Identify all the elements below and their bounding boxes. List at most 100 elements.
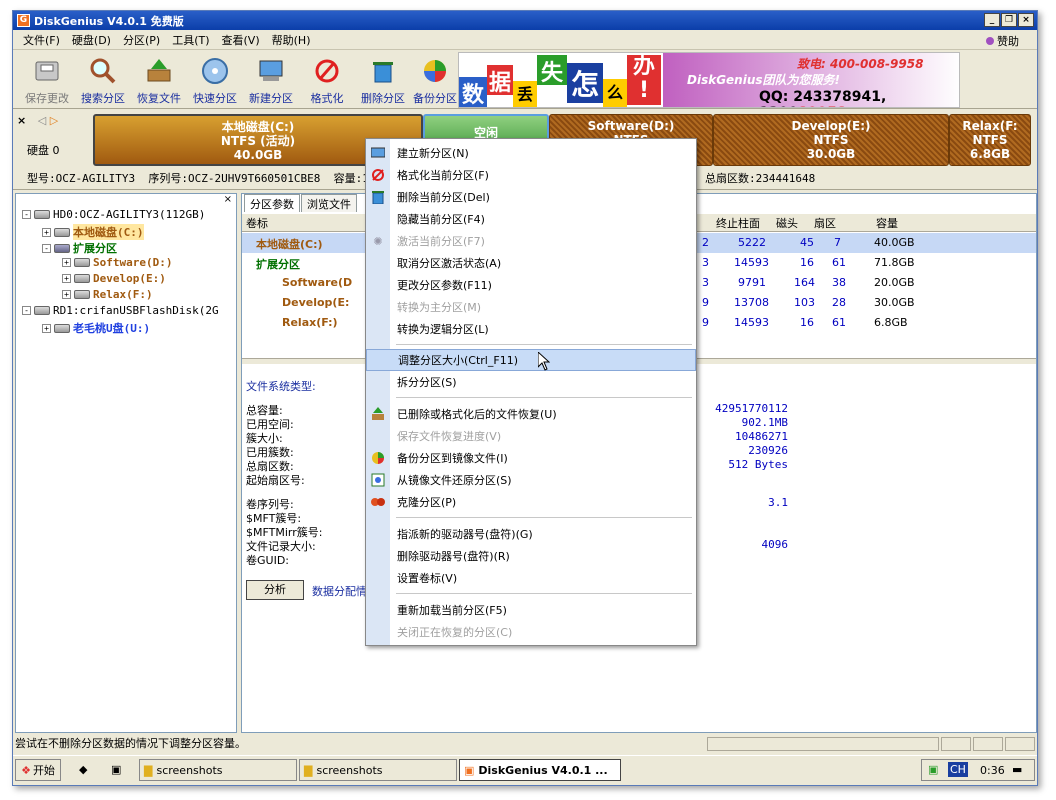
partition-icon — [74, 290, 90, 299]
quicklaunch-eraser-icon[interactable]: ◆ — [79, 763, 87, 776]
segment-develop-e[interactable]: Develop(E:) NTFS 30.0GB — [713, 114, 949, 166]
language-indicator[interactable]: CH — [948, 762, 968, 777]
monitor-icon — [259, 60, 283, 81]
close-icon[interactable]: × — [224, 194, 232, 205]
save-icon — [35, 61, 59, 81]
menu-reload-partition[interactable]: 重新加载当前分区(F5) — [366, 599, 696, 621]
delete-partition-label: 删除分区 — [361, 92, 405, 105]
pie-icon — [424, 60, 446, 82]
menu-view[interactable]: 查看(V) — [216, 32, 266, 48]
tree-item-rd1[interactable]: - RD1:crifanUSBFlashDisk(2G — [22, 304, 219, 317]
menu-restore-from-image[interactable]: 从镜像文件还原分区(S) — [366, 469, 696, 491]
desktop-icon[interactable]: ▬ — [1012, 763, 1022, 776]
menu-tools[interactable]: 工具(T) — [166, 32, 215, 48]
col-sector-header[interactable]: 扇区 — [814, 215, 836, 231]
tree-item-hd0[interactable]: - HD0:OCZ-AGILITY3(112GB) — [22, 208, 205, 221]
start-button[interactable]: ❖ 开始 — [15, 759, 61, 781]
minimize-button[interactable]: _ — [984, 13, 1000, 27]
delete-partition-button[interactable]: 删除分区 — [355, 53, 411, 107]
folder-icon: ▇ — [144, 763, 153, 777]
menu-format-partition[interactable]: 格式化当前分区(F) — [366, 164, 696, 186]
menu-separator — [396, 397, 692, 398]
tree-item-relax-f[interactable]: + Relax(F:) — [62, 288, 153, 301]
task-diskgenius[interactable]: ▣ DiskGenius V4.0.1 ... — [459, 759, 621, 781]
menu-save-recovery-progress[interactable]: 保存文件恢复进度(V) — [366, 425, 696, 447]
menu-set-volume-label[interactable]: 设置卷标(V) — [366, 567, 696, 589]
quick-partition-button[interactable]: 快速分区 — [187, 53, 243, 107]
status-cell — [1005, 737, 1035, 751]
tree-item-local-disk-c[interactable]: + 本地磁盘(C:) — [42, 224, 144, 240]
close-button[interactable]: × — [1018, 13, 1034, 27]
menu-deactivate-partition[interactable]: 取消分区激活状态(A) — [366, 252, 696, 274]
restore-button[interactable]: ❐ — [1001, 13, 1017, 27]
menu-new-partition[interactable]: 建立新分区(N) — [366, 142, 696, 164]
menu-disk[interactable]: 硬盘(D) — [66, 32, 117, 48]
col-end-cyl-header[interactable]: 终止柱面 — [716, 215, 760, 231]
mouse-cursor-icon — [538, 352, 550, 371]
collapse-icon[interactable]: × — [17, 114, 26, 127]
partition-context-menu: 建立新分区(N) 格式化当前分区(F) 删除当前分区(Del) 隐藏当前分区(F… — [365, 138, 697, 646]
monitor-tray-icon[interactable]: ▣ — [928, 763, 938, 776]
new-partition-label: 新建分区 — [249, 92, 293, 105]
menu-change-params[interactable]: 更改分区参数(F11) — [366, 274, 696, 296]
tree-item-usb-u[interactable]: + 老毛桃U盘(U:) — [42, 320, 150, 336]
tab-browse-files[interactable]: 浏览文件 — [301, 194, 357, 212]
tab-strip: 分区参数 浏览文件 — [244, 194, 358, 212]
magnifier-icon — [90, 58, 116, 84]
menu-resize-partition[interactable]: 调整分区大小(Ctrl_F11) — [366, 349, 696, 371]
segment-relax-f[interactable]: Relax(F: NTFS 6.8GB — [949, 114, 1031, 166]
menu-help[interactable]: 帮助(H) — [266, 32, 317, 48]
prev-disk-icon[interactable]: ◁ — [38, 114, 46, 127]
sponsor-icon — [986, 37, 994, 45]
backup-partition-button[interactable]: 备份分区 — [407, 53, 463, 107]
menu-delete-partition[interactable]: 删除当前分区(Del) — [366, 186, 696, 208]
sponsor-label: 赞助 — [997, 35, 1019, 48]
search-partition-label: 搜索分区 — [81, 92, 125, 105]
tree-item-extended[interactable]: - 扩展分区 — [42, 240, 117, 256]
menu-split-partition[interactable]: 拆分分区(S) — [366, 371, 696, 393]
ad-banner[interactable]: 数 据 丢 失 怎 么 办! DiskGenius团队为您服务! 致电: 400… — [458, 52, 960, 108]
menu-convert-primary[interactable]: 转换为主分区(M) — [366, 296, 696, 318]
next-disk-icon[interactable]: ▷ — [50, 114, 58, 127]
analyze-button[interactable]: 分析 — [246, 580, 304, 600]
search-partition-button[interactable]: 搜索分区 — [75, 53, 131, 107]
menu-activate-partition[interactable]: ✺ 激活当前分区(F7) — [366, 230, 696, 252]
start-label: 开始 — [32, 764, 55, 777]
menu-convert-logical[interactable]: 转换为逻辑分区(L) — [366, 318, 696, 340]
menu-clone-partition[interactable]: 克隆分区(P) — [366, 491, 696, 513]
toolbar: 保存更改 搜索分区 恢复文件 快速分区 新建分区 格式化 删除分区 备份分区 数… — [13, 51, 1037, 109]
format-button[interactable]: 格式化 — [299, 53, 355, 107]
tab-partition-params[interactable]: 分区参数 — [244, 194, 300, 212]
col-capacity-header[interactable]: 容量 — [876, 215, 898, 231]
disk-tree-pane: × - HD0:OCZ-AGILITY3(112GB) + 本地磁盘(C:) - 扩展… — [15, 193, 237, 733]
banner-tile-1: 数 — [459, 77, 487, 107]
save-changes-button[interactable]: 保存更改 — [19, 53, 75, 107]
tree-item-software-d[interactable]: + Software(D:) — [62, 256, 172, 269]
new-partition-button[interactable]: 新建分区 — [243, 53, 299, 107]
recover-files-button[interactable]: 恢复文件 — [131, 53, 187, 107]
menu-separator — [396, 517, 692, 518]
task-screenshots-2[interactable]: ▇ screenshots — [299, 759, 457, 781]
quick-partition-label: 快速分区 — [193, 92, 237, 105]
menu-close-recovering-partition[interactable]: 关闭正在恢复的分区(C) — [366, 621, 696, 643]
clone-icon — [371, 498, 385, 506]
quicklaunch-print-icon[interactable]: ▣ — [111, 763, 121, 776]
status-bar: 尝试在不删除分区数据的情况下调整分区容量。 — [13, 735, 1037, 753]
task-screenshots-1[interactable]: ▇ screenshots — [139, 759, 297, 781]
recover-icon — [147, 59, 171, 82]
menu-recover-files[interactable]: 已删除或格式化后的文件恢复(U) — [366, 403, 696, 425]
format-icon — [315, 59, 339, 83]
title-bar[interactable]: G DiskGenius V4.0.1 免费版 _ ❐ × — [13, 11, 1037, 30]
menu-assign-drive-letter[interactable]: 指派新的驱动器号(盘符)(G) — [366, 523, 696, 545]
menu-remove-drive-letter[interactable]: 删除驱动器号(盘符)(R) — [366, 545, 696, 567]
menu-backup-to-image[interactable]: 备份分区到镜像文件(I) — [366, 447, 696, 469]
menu-partition[interactable]: 分区(P) — [117, 32, 166, 48]
col-head-header[interactable]: 磁头 — [776, 215, 798, 231]
tree-item-develop-e[interactable]: + Develop(E:) — [62, 272, 166, 285]
disk-label: 硬盘 0 — [27, 144, 60, 157]
sponsor-link[interactable]: 赞助 — [986, 33, 1019, 49]
col-label-header[interactable]: 卷标 — [246, 215, 268, 231]
format-label: 格式化 — [310, 92, 344, 105]
menu-hide-partition[interactable]: 隐藏当前分区(F4) — [366, 208, 696, 230]
menu-file[interactable]: 文件(F) — [17, 32, 66, 48]
